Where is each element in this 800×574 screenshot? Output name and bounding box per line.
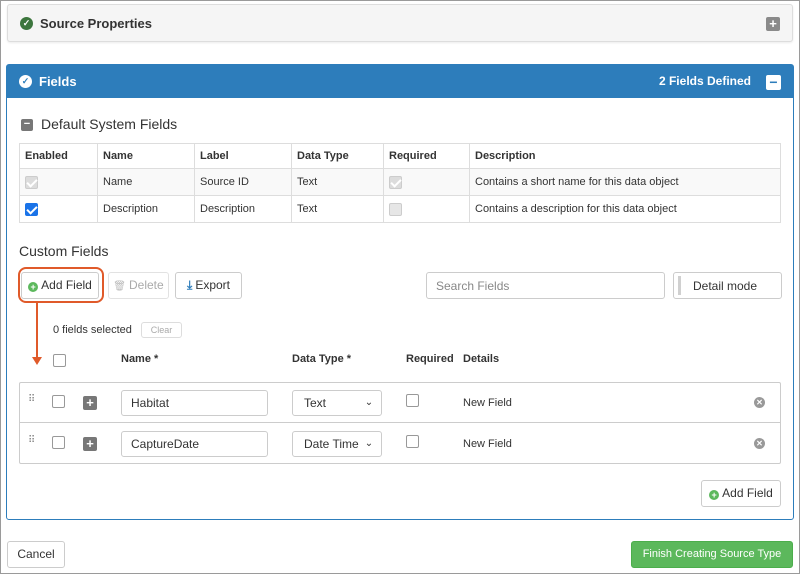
- export-label: Export: [195, 278, 230, 292]
- required-checkbox[interactable]: [406, 394, 419, 407]
- field-name-input[interactable]: CaptureDate: [121, 431, 268, 457]
- default-system-fields-title[interactable]: Default System Fields: [41, 116, 177, 132]
- column-header: Required: [383, 143, 470, 169]
- select-all-checkbox[interactable]: [53, 354, 66, 367]
- table-row: Description Description Text Contains a …: [19, 195, 781, 223]
- check-circle-icon: ✓: [20, 17, 33, 30]
- custom-fields-list: ⠿ + Habitat Text ⌄ New Field ✕ ⠿ + Captur…: [19, 382, 781, 464]
- plus-circle-icon: +: [709, 490, 720, 500]
- callout-highlight: [18, 267, 104, 303]
- column-header: Label: [194, 143, 292, 169]
- delete-button[interactable]: 🗑 Delete: [108, 272, 169, 299]
- remove-field-icon[interactable]: ✕: [754, 438, 765, 449]
- data-type-select[interactable]: Text ⌄: [292, 390, 382, 416]
- field-description: Contains a short name for this data obje…: [469, 168, 781, 196]
- custom-fields-title: Custom Fields: [19, 243, 109, 259]
- column-header: Data Type: [291, 143, 384, 169]
- field-name-input[interactable]: Habitat: [121, 390, 268, 416]
- chevron-down-icon: ⌄: [362, 432, 376, 456]
- expand-row-icon[interactable]: +: [83, 437, 97, 451]
- fields-defined-count: 2 Fields Defined: [658, 74, 751, 88]
- expand-icon[interactable]: +: [766, 17, 780, 31]
- cancel-button[interactable]: Cancel: [7, 541, 65, 568]
- callout-arrow-icon: [32, 357, 42, 365]
- field-name: Name: [97, 168, 195, 196]
- panel-title: Source Properties: [40, 16, 152, 31]
- add-field-bottom-button[interactable]: + Add Field: [701, 480, 781, 507]
- chevron-down-icon: ⌄: [362, 391, 376, 415]
- field-label: Description: [194, 195, 292, 223]
- fields-panel-header[interactable]: ✓ Fields 2 Fields Defined −: [7, 65, 793, 98]
- export-button[interactable]: ⤓ Export: [175, 272, 242, 299]
- row-select-checkbox[interactable]: [52, 436, 65, 449]
- enabled-checkbox[interactable]: [25, 202, 38, 216]
- remove-field-icon[interactable]: ✕: [754, 397, 765, 408]
- delete-label: Delete: [129, 278, 164, 292]
- column-header-details: Details: [463, 353, 500, 365]
- detail-mode-label: Detail mode: [693, 279, 758, 293]
- collapse-icon[interactable]: −: [766, 75, 781, 90]
- system-fields-table: Enabled Name Label Data Type Required De…: [19, 143, 781, 223]
- enabled-checkbox: [25, 175, 38, 189]
- fields-title: Fields: [39, 74, 77, 89]
- column-header: Name: [97, 143, 195, 169]
- field-description: Contains a description for this data obj…: [469, 195, 781, 223]
- finish-button[interactable]: Finish Creating Source Type: [631, 541, 793, 568]
- data-type-value: Date Time: [304, 437, 359, 451]
- field-label: Source ID: [194, 168, 292, 196]
- field-name: Description: [97, 195, 195, 223]
- field-details: New Field: [463, 438, 512, 450]
- expand-row-icon[interactable]: +: [83, 396, 97, 410]
- required-checkbox: [389, 175, 402, 189]
- collapse-system-fields-icon[interactable]: −: [21, 119, 33, 131]
- list-item: ⠿ + Habitat Text ⌄ New Field ✕: [20, 383, 780, 423]
- column-header: Description: [469, 143, 781, 169]
- trash-icon: 🗑: [113, 281, 126, 292]
- toggle-handle: [678, 276, 681, 295]
- source-properties-panel[interactable]: ✓ Source Properties +: [7, 4, 793, 42]
- drag-handle-icon[interactable]: ⠿: [28, 395, 35, 405]
- table-row: Name Source ID Text Contains a short nam…: [19, 168, 781, 196]
- required-checkbox[interactable]: [406, 435, 419, 448]
- field-details: New Field: [463, 397, 512, 409]
- data-type-value: Text: [304, 396, 327, 410]
- required-checkbox: [389, 202, 402, 216]
- fields-panel: ✓ Fields 2 Fields Defined − − Default Sy…: [6, 64, 794, 520]
- search-input[interactable]: [426, 272, 665, 299]
- column-header-name: Name *: [121, 353, 159, 365]
- detail-mode-toggle[interactable]: Detail mode: [673, 272, 782, 299]
- row-select-checkbox[interactable]: [52, 395, 65, 408]
- selected-count: 0 fields selected: [53, 324, 132, 336]
- drag-handle-icon[interactable]: ⠿: [28, 436, 35, 446]
- column-header: Enabled: [19, 143, 98, 169]
- column-header-data-type: Data Type *: [292, 353, 352, 365]
- list-item: ⠿ + CaptureDate Date Time ⌄ New Field ✕: [20, 424, 780, 464]
- clear-button[interactable]: Clear: [141, 322, 182, 338]
- check-circle-icon: ✓: [19, 75, 32, 88]
- callout-arrow-line: [36, 303, 38, 359]
- download-icon: ⤓: [187, 278, 193, 292]
- field-data-type: Text: [291, 168, 384, 196]
- data-type-select[interactable]: Date Time ⌄: [292, 431, 382, 457]
- field-data-type: Text: [291, 195, 384, 223]
- column-header-required: Required: [406, 353, 454, 365]
- add-field-label: Add Field: [722, 486, 773, 500]
